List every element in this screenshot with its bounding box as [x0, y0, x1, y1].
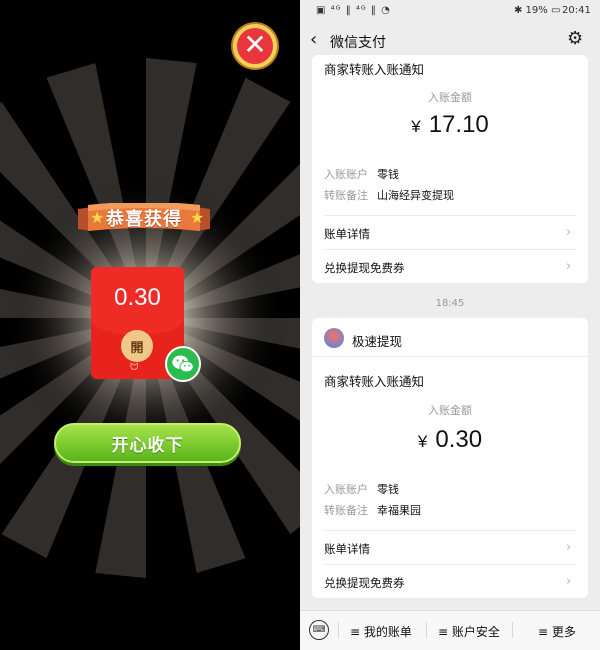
field-value: 山海经异变提现 — [377, 189, 454, 202]
field-value: 零钱 — [377, 483, 399, 496]
row-label: 兑换提现免费券 — [324, 261, 405, 275]
currency-symbol: ¥ — [417, 432, 428, 451]
divider — [324, 530, 576, 531]
packet-logo-icon: ᗢ — [130, 362, 139, 373]
message-timestamp: 18:45 — [435, 298, 465, 309]
card-title: 商家转账入账通知 — [324, 374, 425, 389]
tab-my-bills[interactable]: ≡ 我的账单 — [350, 623, 412, 640]
amount-label: 入账金额 — [428, 404, 472, 417]
field-label: 入账账户 — [324, 483, 368, 496]
divider — [324, 564, 576, 565]
page-title: 微信支付 — [330, 35, 386, 51]
card-title: 商家转账入账通知 — [324, 62, 425, 77]
chevron-right-icon: › — [566, 574, 572, 589]
status-bar: ▣ ⁴ᴳ ‖ ⁴ᴳ ‖ ◔ ✱ 19% ▭ 20:41 — [300, 0, 600, 22]
currency-symbol: ¥ — [411, 117, 421, 136]
amount-value: ¥0.30 — [312, 426, 588, 454]
wechat-pay-panel: ▣ ⁴ᴳ ‖ ⁴ᴳ ‖ ◔ ✱ 19% ▭ 20:41 ‹ 微信支付 ⚙ 商家转… — [300, 0, 600, 650]
chevron-right-icon: › — [566, 259, 572, 274]
wechat-icon — [165, 346, 201, 382]
amount-number: 17.10 — [428, 111, 489, 138]
packet-amount: 0.30 — [114, 284, 161, 311]
divider — [324, 249, 576, 250]
row-label: 账单详情 — [324, 227, 370, 241]
gear-icon[interactable]: ⚙ — [567, 28, 583, 49]
bottom-menu-bar: ⌨ ≡ 我的账单 ≡ 账户安全 ≡ 更多 — [300, 610, 600, 650]
divider — [324, 215, 576, 216]
collect-button[interactable]: 开心收下 — [54, 423, 241, 463]
app-avatar-icon — [324, 328, 344, 348]
reward-popup-panel: ✕ ★ ★ 恭喜获得 0.30 開 ᗢ 开心收下 — [0, 0, 300, 650]
tab-divider — [512, 622, 513, 638]
divider — [312, 356, 588, 357]
congrats-title: 恭喜获得 — [106, 209, 182, 230]
status-time: 20:41 — [562, 5, 591, 16]
tab-account-security[interactable]: ≡ 账户安全 — [438, 623, 500, 640]
chevron-right-icon: › — [566, 225, 572, 240]
keyboard-icon[interactable]: ⌨ — [309, 620, 329, 640]
tab-divider — [338, 622, 339, 638]
field-label: 入账账户 — [324, 168, 368, 181]
row-label: 兑换提现免费券 — [324, 576, 405, 590]
field-value: 零钱 — [377, 168, 399, 181]
battery-status: ✱ 19% ▭ — [514, 5, 561, 16]
amount-label: 入账金额 — [428, 91, 472, 104]
back-icon[interactable]: ‹ — [310, 29, 317, 50]
close-x-icon: ✕ — [243, 28, 267, 61]
tab-more[interactable]: ≡ 更多 — [538, 623, 576, 640]
signal-icons: ▣ ⁴ᴳ ‖ ⁴ᴳ ‖ ◔ — [316, 5, 391, 16]
close-button[interactable]: ✕ — [233, 24, 277, 68]
field-value: 幸福果园 — [377, 504, 421, 517]
amount-number: 0.30 — [435, 426, 483, 453]
tab-divider — [426, 622, 427, 638]
transfer-card: 极速提现 商家转账入账通知 入账金额 ¥0.30 入账账户 零钱 转账备注 幸福… — [312, 318, 588, 598]
open-packet-button[interactable]: 開 — [121, 330, 153, 362]
amount-value: ¥17.10 — [312, 111, 588, 139]
transfer-card: 商家转账入账通知 入账金额 ¥17.10 入账账户 零钱 转账备注 山海经异变提… — [312, 55, 588, 283]
app-name: 极速提现 — [352, 334, 403, 349]
chevron-right-icon: › — [566, 540, 572, 555]
field-label: 转账备注 — [324, 189, 368, 202]
field-label: 转账备注 — [324, 504, 368, 517]
row-label: 账单详情 — [324, 542, 370, 556]
